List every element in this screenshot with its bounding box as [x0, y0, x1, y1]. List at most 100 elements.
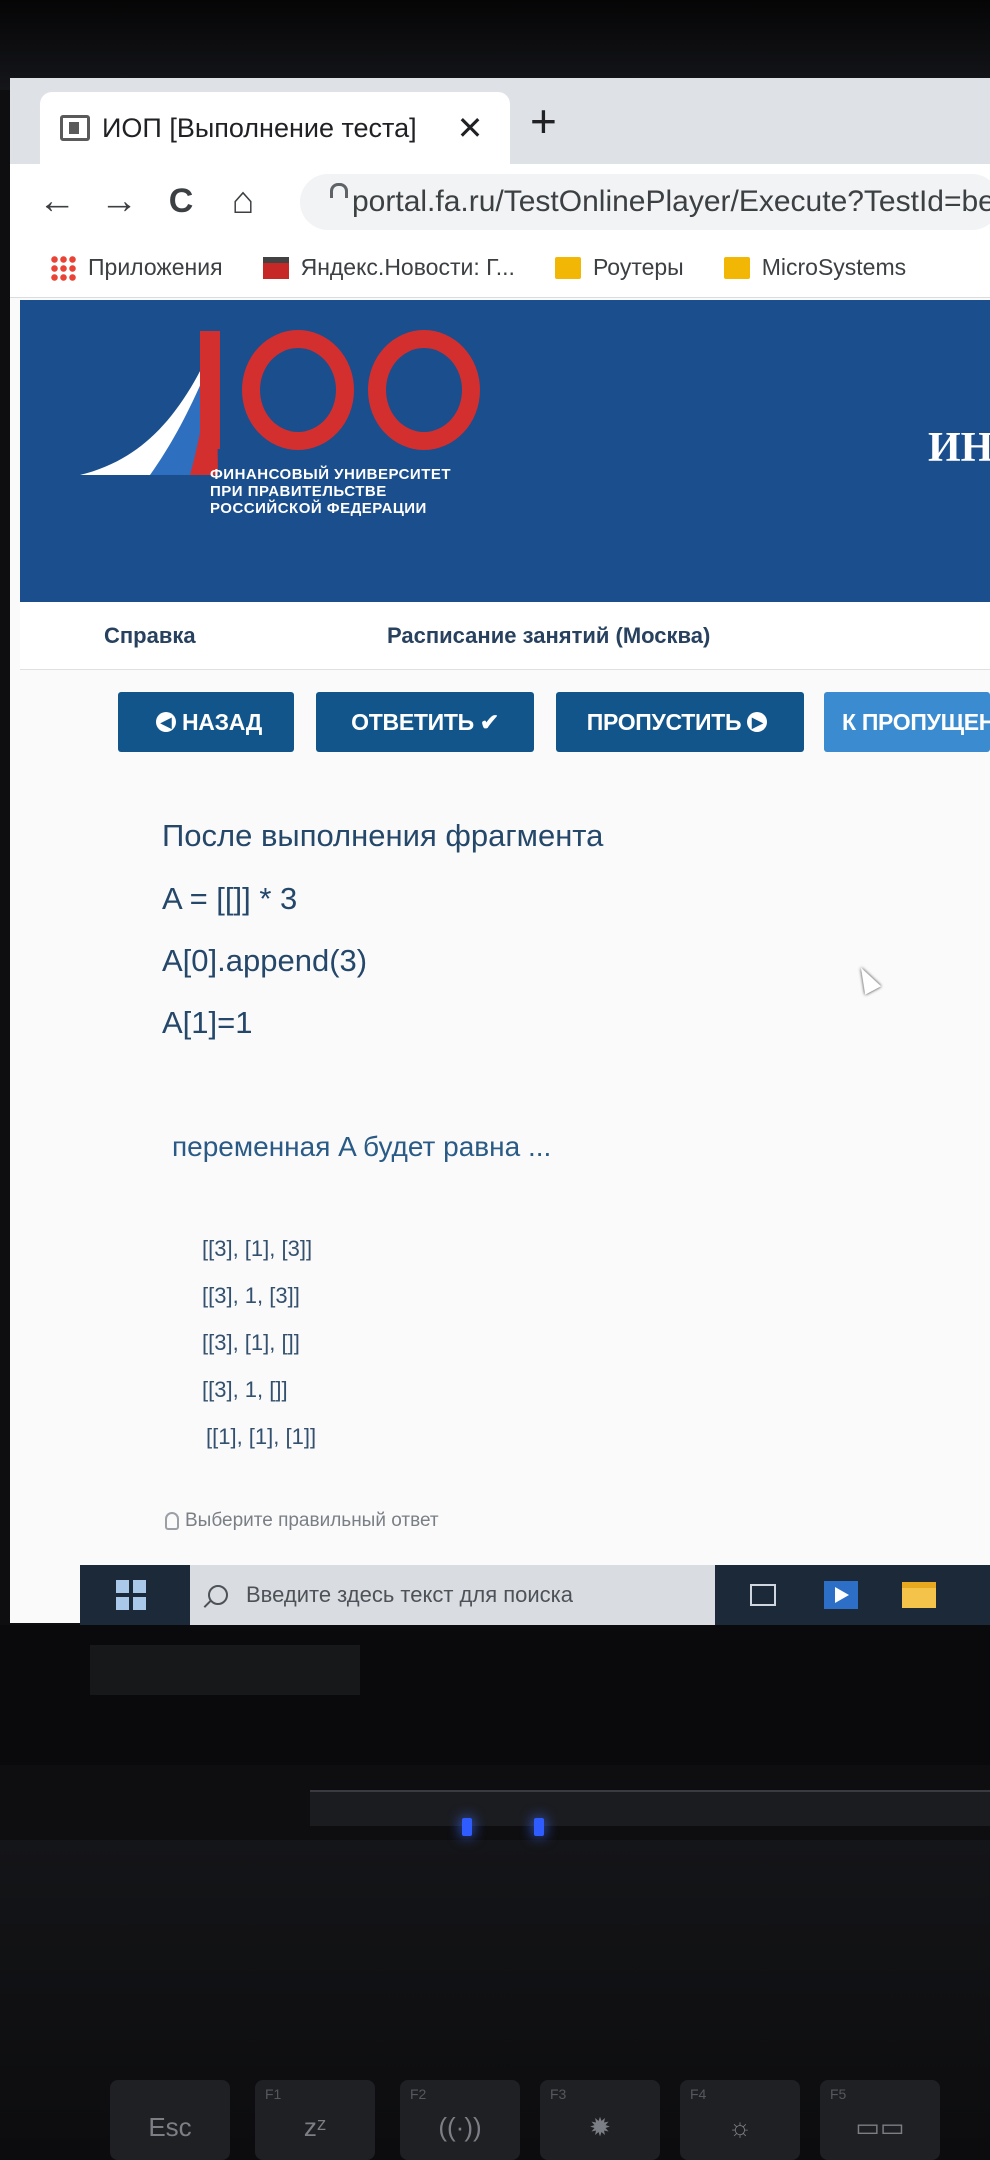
- answer-option[interactable]: [[1], [1], [1]]: [206, 1424, 316, 1450]
- media-player-icon: [824, 1581, 858, 1609]
- skip-button-label: ПРОПУСТИТЬ: [586, 708, 742, 735]
- key-fn-label: F5: [830, 2086, 847, 2102]
- key-fn-label: F4: [690, 2086, 707, 2102]
- taskbar-media-player[interactable]: [811, 1565, 871, 1625]
- file-explorer-icon: [902, 1582, 936, 1608]
- tab-title: ИОП [Выполнение теста]: [102, 112, 417, 143]
- to-skipped-button-label: К ПРОПУЩЕН: [842, 708, 990, 735]
- url-text: portal.fa.ru/TestOnlinePlayer/Execute?Te…: [352, 185, 990, 218]
- task-view-icon: [750, 1584, 776, 1606]
- site-header: ФИНАНСОВЫЙ УНИВЕРСИТЕТ ПРИ ПРАВИТЕЛЬСТВЕ…: [20, 300, 990, 602]
- keyboard-key-f5: F5 ▭▭: [820, 2080, 940, 2160]
- tab-favicon-icon: [60, 115, 90, 141]
- answer-option-label: [[3], [1], []]: [202, 1330, 300, 1355]
- tab-close-icon[interactable]: ✕: [450, 109, 490, 147]
- university-name-line: РОССИЙСКОЙ ФЕДЕРАЦИИ: [210, 500, 427, 517]
- status-led: [534, 1818, 544, 1836]
- back-arrow-icon[interactable]: ←: [26, 180, 88, 223]
- answer-button[interactable]: ОТВЕТИТЬ ✔: [316, 692, 534, 752]
- question-code-line: A[0].append(3): [162, 943, 368, 978]
- logo-digit-zero: [242, 330, 354, 450]
- question-code-line: A = [[]] * 3: [162, 881, 298, 916]
- logo-digit-one: [200, 331, 220, 449]
- question-prompt: переменная A будет равна ...: [172, 1131, 552, 1162]
- new-tab-button[interactable]: +: [530, 98, 557, 144]
- windows-taskbar: Введите здесь текст для поиска: [80, 1565, 990, 1625]
- news-icon: [262, 256, 289, 279]
- bookmark-label: Приложения: [88, 254, 223, 280]
- status-led: [462, 1818, 472, 1836]
- taskbar-search-placeholder: Введите здесь текст для поиска: [246, 1582, 574, 1607]
- keyboard-key-esc: Esc: [110, 2080, 230, 2160]
- back-button-label: НАЗАД: [182, 708, 262, 735]
- laptop-brand-plate: [90, 1645, 360, 1695]
- answer-option[interactable]: [[3], [1], [3]]: [202, 1236, 312, 1262]
- laptop-hinge: [310, 1790, 990, 1826]
- reload-icon[interactable]: C: [150, 182, 212, 221]
- key-fn-label: F3: [550, 2086, 567, 2102]
- university-name: ФИНАНСОВЫЙ УНИВЕРСИТЕТ ПРИ ПРАВИТЕЛЬСТВЕ…: [210, 466, 451, 517]
- key-main-label: zᶻ: [303, 2112, 327, 2142]
- key-main-label: ((·)): [438, 2112, 482, 2142]
- bookmark-label: Яндекс.Новости: Г...: [300, 254, 515, 280]
- laptop-screen: ИОП [Выполнение теста] ✕ + ← → C ⌂ porta…: [10, 78, 990, 1623]
- answer-option-label: [[1], [1], [1]]: [206, 1424, 317, 1449]
- answer-hint-text: Выберите правильный ответ: [185, 1510, 439, 1531]
- key-fn-label: F1: [265, 2086, 282, 2102]
- answer-option-label: [[3], 1, []]: [202, 1377, 288, 1402]
- bookmark-label: MicroSystems: [761, 254, 907, 280]
- bookmark-microsystems[interactable]: MicroSystems: [723, 254, 907, 281]
- skip-button[interactable]: ПРОПУСТИТЬ ▶: [556, 692, 804, 752]
- answer-option[interactable]: [[3], 1, [3]]: [202, 1283, 300, 1309]
- search-icon: [208, 1585, 228, 1605]
- taskbar-search-box[interactable]: Введите здесь текст для поиска: [190, 1565, 715, 1625]
- taskbar-task-view[interactable]: [733, 1565, 793, 1625]
- keyboard-key-f1: F1 zᶻ: [255, 2080, 375, 2160]
- folder-icon: [554, 256, 581, 279]
- apps-grid-icon: [50, 254, 76, 281]
- browser-tab-active[interactable]: ИОП [Выполнение теста] ✕: [40, 92, 510, 164]
- to-skipped-button[interactable]: К ПРОПУЩЕН: [824, 692, 990, 752]
- key-main-label: Esc: [148, 2112, 192, 2142]
- laptop-lower-bezel: [0, 1625, 990, 1765]
- university-name-line: ПРИ ПРАВИТЕЛЬСТВЕ: [210, 483, 387, 500]
- bookmark-routers[interactable]: Роутеры: [554, 254, 684, 281]
- address-bar[interactable]: portal.fa.ru/TestOnlinePlayer/Execute?Te…: [300, 174, 990, 230]
- bookmark-yandex-news[interactable]: Яндекс.Новости: Г...: [262, 254, 515, 281]
- key-fn-label: F2: [410, 2086, 427, 2102]
- answer-hint: Выберите правильный ответ: [165, 1510, 439, 1532]
- answer-option-label: [[3], 1, [3]]: [202, 1283, 300, 1308]
- browser-toolbar: ← → C ⌂ portal.fa.ru/TestOnlinePlayer/Ex…: [10, 164, 990, 238]
- answer-button-label: ОТВЕТИТЬ: [351, 708, 474, 735]
- home-icon[interactable]: ⌂: [212, 180, 274, 223]
- lightbulb-icon: [165, 1512, 179, 1530]
- keyboard-key-f2: F2 ((·)): [400, 2080, 520, 2160]
- nav-link-help[interactable]: Справка: [104, 623, 196, 649]
- answer-option-label: [[3], [1], [3]]: [202, 1236, 313, 1261]
- forward-arrow-icon[interactable]: →: [88, 180, 150, 223]
- logo-digit-zero: [368, 330, 480, 450]
- nav-link-schedule[interactable]: Расписание занятий (Москва): [387, 623, 710, 649]
- bookmarks-bar: Приложения Яндекс.Новости: Г... Роутеры …: [10, 238, 990, 298]
- circle-arrow-right-icon: ▶: [747, 712, 768, 732]
- question-line: После выполнения фрагмента: [162, 818, 604, 853]
- circle-arrow-left-icon: ◀: [156, 712, 176, 732]
- windows-start-icon[interactable]: [116, 1580, 146, 1610]
- mouse-cursor-icon: [852, 963, 882, 995]
- site-nav: Справка Расписание занятий (Москва): [20, 602, 990, 670]
- folder-icon: [723, 256, 750, 279]
- question-code-line: A[1]=1: [162, 1005, 253, 1040]
- taskbar-file-explorer[interactable]: [889, 1565, 949, 1625]
- checkmark-icon: ✔: [479, 708, 499, 735]
- logo-100: [200, 320, 494, 460]
- key-main-label: ▭▭: [855, 2112, 905, 2142]
- browser-tabstrip: ИОП [Выполнение теста] ✕ +: [10, 78, 990, 164]
- bookmark-label: Роутеры: [592, 254, 684, 280]
- answer-option[interactable]: [[3], 1, []]: [202, 1377, 288, 1403]
- answer-option[interactable]: [[3], [1], []]: [202, 1330, 300, 1356]
- bookmark-apps[interactable]: Приложения: [50, 254, 223, 281]
- keyboard-key-f3: F3 ✹: [540, 2080, 660, 2160]
- back-button[interactable]: ◀ НАЗАД: [118, 692, 294, 752]
- laptop-bezel-top: [0, 0, 990, 90]
- site-title: ИН: [928, 425, 990, 471]
